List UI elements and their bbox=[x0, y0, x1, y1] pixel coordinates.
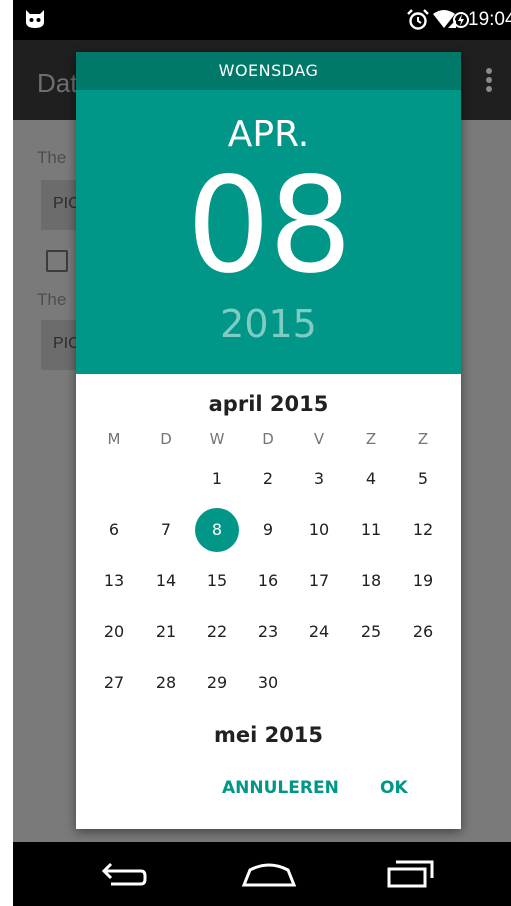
weekday-label: Z bbox=[417, 430, 429, 448]
calendar-day[interactable]: 17 bbox=[297, 559, 341, 603]
calendar-day-selected[interactable]: 8 bbox=[195, 508, 239, 552]
calendar-day[interactable]: 11 bbox=[349, 508, 393, 552]
battery-charging-icon bbox=[453, 9, 469, 35]
app-checkbox[interactable] bbox=[46, 250, 68, 272]
calendar-day[interactable]: 5 bbox=[401, 457, 445, 501]
screen: 19:04 Dat The PIC The PIC WOENSDAG APR. … bbox=[13, 0, 511, 906]
calendar-day[interactable]: 19 bbox=[401, 559, 445, 603]
date-picker-dialog: WOENSDAG APR. 08 2015 april 2015 M D W D V Z Z… bbox=[76, 52, 461, 829]
app-title: Dat bbox=[37, 68, 78, 98]
calendar-day[interactable]: 2 bbox=[246, 457, 290, 501]
calendar-day[interactable]: 13 bbox=[92, 559, 136, 603]
weekday-label: V bbox=[313, 430, 325, 448]
calendar-day[interactable]: 24 bbox=[297, 610, 341, 654]
selected-day[interactable]: 08 bbox=[76, 156, 461, 296]
next-month-title: mei 2015 bbox=[213, 723, 324, 747]
calendar-day[interactable]: 9 bbox=[246, 508, 290, 552]
calendar-day[interactable]: 12 bbox=[401, 508, 445, 552]
weekday-label: D bbox=[262, 430, 274, 448]
calendar-day[interactable]: 29 bbox=[195, 661, 239, 705]
calendar-day[interactable]: 3 bbox=[297, 457, 341, 501]
calendar-day[interactable]: 20 bbox=[92, 610, 136, 654]
app-label-2: The bbox=[37, 290, 67, 309]
status-time: 19:04 bbox=[468, 9, 511, 30]
calendar-day[interactable]: 28 bbox=[144, 661, 188, 705]
alarm-icon bbox=[406, 8, 430, 36]
recents-icon[interactable] bbox=[386, 860, 434, 892]
calendar-day[interactable]: 22 bbox=[195, 610, 239, 654]
calendar-day[interactable]: 14 bbox=[144, 559, 188, 603]
calendar-day[interactable]: 6 bbox=[92, 508, 136, 552]
selected-year[interactable]: 2015 bbox=[76, 302, 461, 346]
overflow-menu-icon[interactable] bbox=[485, 66, 493, 98]
back-icon[interactable] bbox=[101, 860, 149, 892]
month-title: april 2015 bbox=[208, 392, 329, 416]
home-icon[interactable] bbox=[241, 860, 297, 892]
selected-date-header: APR. 08 2015 bbox=[76, 90, 461, 374]
calendar-day[interactable]: 15 bbox=[195, 559, 239, 603]
navigation-bar bbox=[13, 842, 511, 906]
calendar-day[interactable]: 1 bbox=[195, 457, 239, 501]
calendar-day[interactable]: 26 bbox=[401, 610, 445, 654]
weekday-label: D bbox=[160, 430, 172, 448]
calendar-day[interactable]: 4 bbox=[349, 457, 393, 501]
weekday-label: M bbox=[107, 430, 121, 448]
calendar-day[interactable]: 16 bbox=[246, 559, 290, 603]
calendar-day[interactable]: 30 bbox=[246, 661, 290, 705]
cancel-button[interactable]: ANNULEREN bbox=[222, 778, 339, 798]
calendar-day[interactable]: 25 bbox=[349, 610, 393, 654]
calendar-day[interactable]: 18 bbox=[349, 559, 393, 603]
weekday-label: Z bbox=[365, 430, 377, 448]
cyanogen-mascot-icon bbox=[23, 8, 47, 34]
ok-button[interactable]: OK bbox=[380, 778, 408, 798]
calendar-day[interactable]: 23 bbox=[246, 610, 290, 654]
weekday-label: W bbox=[209, 430, 225, 448]
calendar-day[interactable]: 21 bbox=[144, 610, 188, 654]
app-label-1: The bbox=[37, 148, 67, 167]
status-bar: 19:04 bbox=[13, 0, 511, 40]
calendar-day[interactable]: 27 bbox=[92, 661, 136, 705]
calendar-day[interactable]: 7 bbox=[144, 508, 188, 552]
weekday-header: WOENSDAG bbox=[76, 52, 461, 90]
calendar-day[interactable]: 10 bbox=[297, 508, 341, 552]
